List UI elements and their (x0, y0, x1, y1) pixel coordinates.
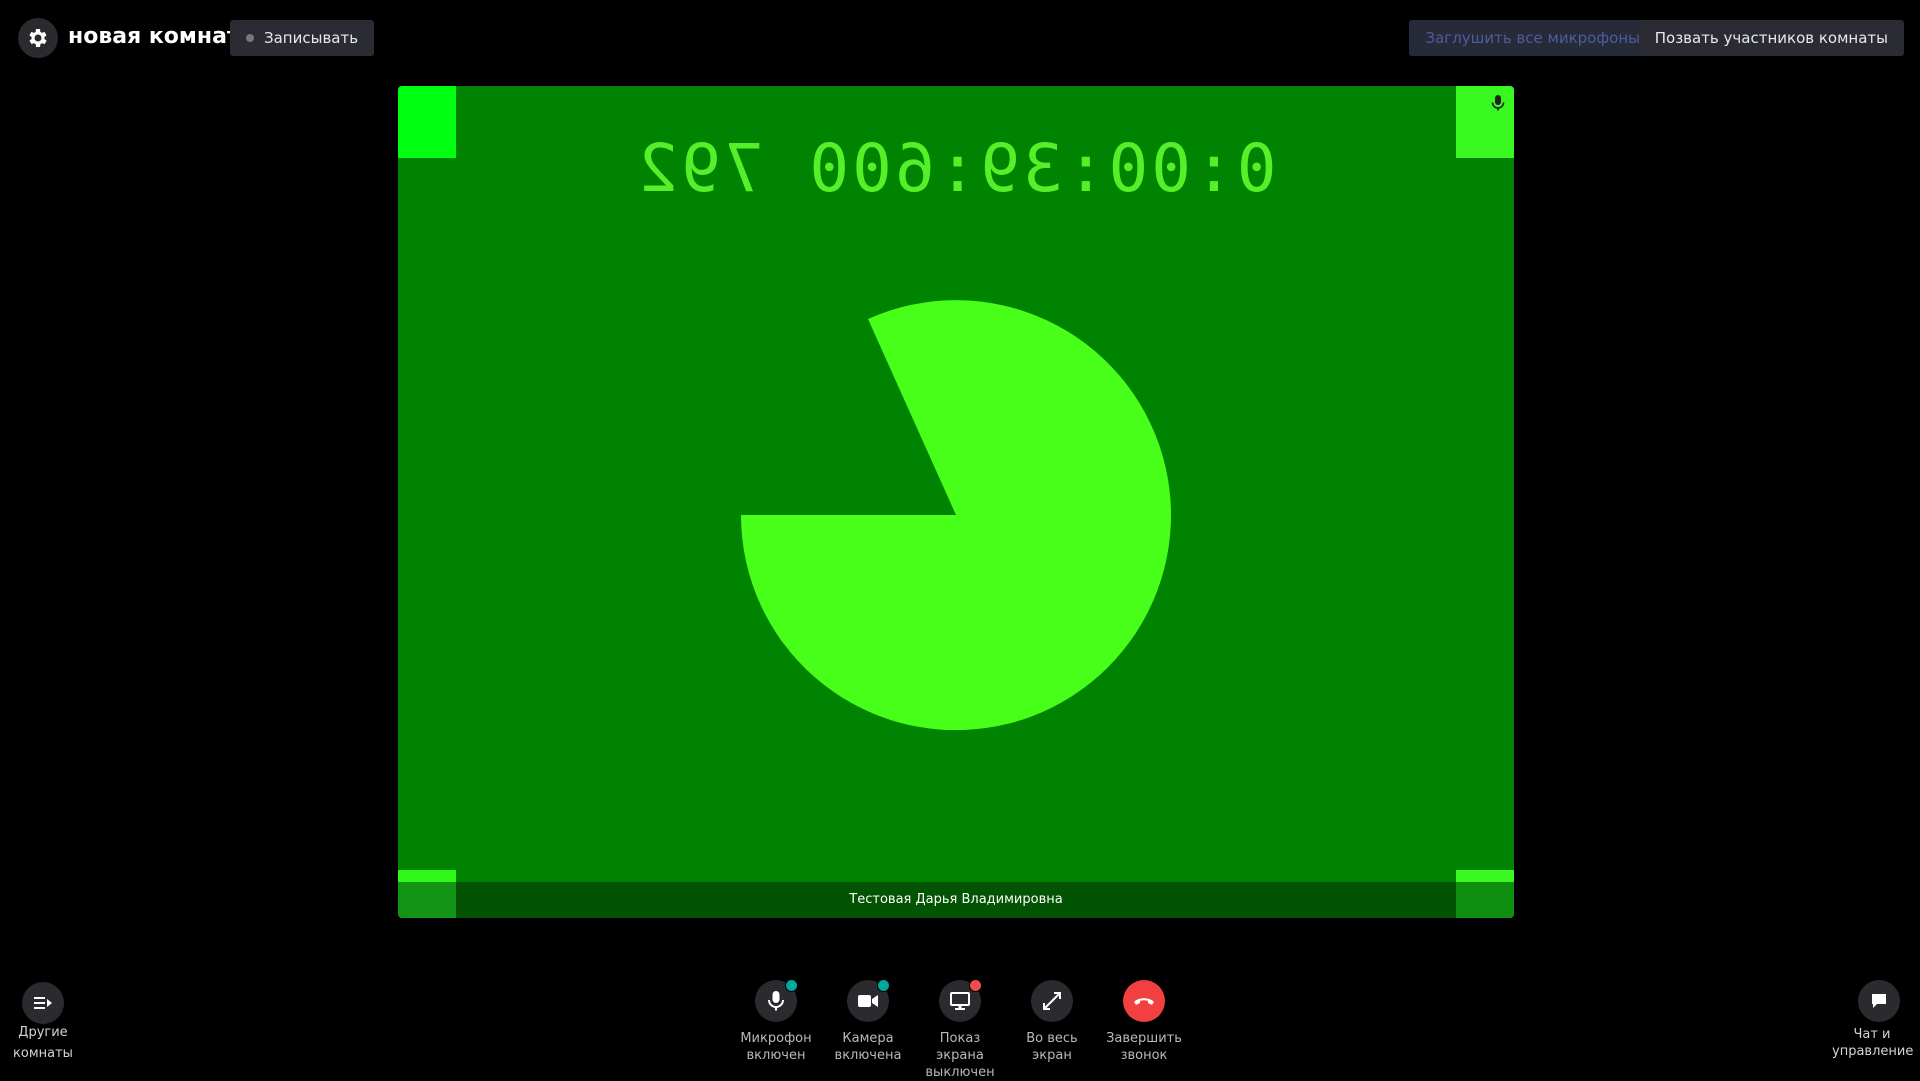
chat-circle[interactable] (1858, 980, 1900, 1022)
record-label: Записывать (264, 29, 359, 47)
list-play-icon (34, 997, 52, 1009)
invite-participants-button[interactable]: Позвать участников комнаты (1638, 20, 1904, 56)
other-rooms-label: Другие комнаты (6, 1022, 80, 1064)
monitor-icon (950, 992, 970, 1010)
hang-up-icon (1134, 998, 1154, 1005)
video-tile: 0:00:39:600 792 Тестовая Дарья Владимиро… (398, 86, 1514, 918)
end-call-label-line2: звонок (1120, 1048, 1168, 1063)
mic-label-line2: включен (746, 1048, 806, 1063)
video-timestamp: 0:00:39:600 792 (635, 130, 1277, 207)
chat-button[interactable] (1858, 980, 1900, 1022)
video-camera-icon (858, 995, 878, 1007)
other-rooms-circle[interactable] (22, 982, 64, 1024)
fullscreen-label-line1: Во весь (1026, 1031, 1078, 1046)
screen-share-toggle[interactable]: Показ экрана выключен (914, 979, 1006, 1081)
mic-icon (1491, 95, 1505, 111)
camera-label-line2: включена (834, 1048, 902, 1063)
fullscreen-circle[interactable] (1031, 980, 1073, 1022)
record-dot-icon (246, 34, 254, 42)
end-call-circle[interactable] (1123, 980, 1165, 1022)
participant-name: Тестовая Дарья Владимировна (849, 892, 1063, 907)
other-rooms-label-line2: комнаты (13, 1046, 73, 1061)
fullscreen-label: Во весь экран (1006, 1030, 1098, 1064)
screen-share-circle[interactable] (939, 979, 982, 1022)
corner-marker-bottom-left (398, 870, 456, 882)
room-title: новая комната (68, 24, 255, 49)
gear-icon (29, 29, 47, 47)
settings-button[interactable] (18, 18, 58, 58)
other-rooms-label-line1: Другие (18, 1025, 68, 1040)
record-button[interactable]: Записывать (230, 20, 375, 56)
other-rooms-button[interactable] (20, 982, 66, 1024)
chat-bubble-icon (1872, 994, 1886, 1008)
mic-label: Микрофон включен (730, 1030, 822, 1064)
camera-status-badge (877, 979, 890, 992)
pie-graphic (741, 300, 1171, 730)
mic-toggle-circle[interactable] (755, 979, 798, 1022)
end-call-label-line1: Завершить (1106, 1031, 1182, 1046)
expand-icon (1043, 992, 1061, 1010)
screen-share-status-badge (969, 979, 982, 992)
mic-label-line1: Микрофон (740, 1031, 812, 1046)
screen-share-label-line2: выключен (925, 1065, 995, 1080)
camera-label-line1: Камера (842, 1031, 894, 1046)
fullscreen-label-line2: экран (1032, 1048, 1072, 1063)
end-call-button[interactable]: Завершить звонок (1098, 980, 1190, 1064)
mute-all-button[interactable]: Заглушить все микрофоны (1409, 20, 1656, 56)
camera-toggle[interactable]: Камера включена (822, 979, 914, 1064)
chat-label-line2: управление (1832, 1044, 1914, 1059)
chat-label: Чат и управление (1832, 1026, 1914, 1060)
screen-share-label-line1: Показ экрана (936, 1031, 984, 1063)
end-call-label: Завершить звонок (1098, 1030, 1190, 1064)
camera-toggle-circle[interactable] (847, 979, 890, 1022)
microphone-icon (768, 991, 784, 1011)
screen-share-label: Показ экрана выключен (914, 1030, 1006, 1081)
chat-label-line1: Чат и (1853, 1027, 1891, 1042)
camera-label: Камера включена (822, 1030, 914, 1064)
mic-status-badge (785, 979, 798, 992)
fullscreen-button[interactable]: Во весь экран (1006, 980, 1098, 1064)
mic-toggle[interactable]: Микрофон включен (730, 979, 822, 1064)
participant-name-bar: Тестовая Дарья Владимировна (398, 882, 1514, 918)
corner-marker-bottom-right (1456, 870, 1514, 882)
